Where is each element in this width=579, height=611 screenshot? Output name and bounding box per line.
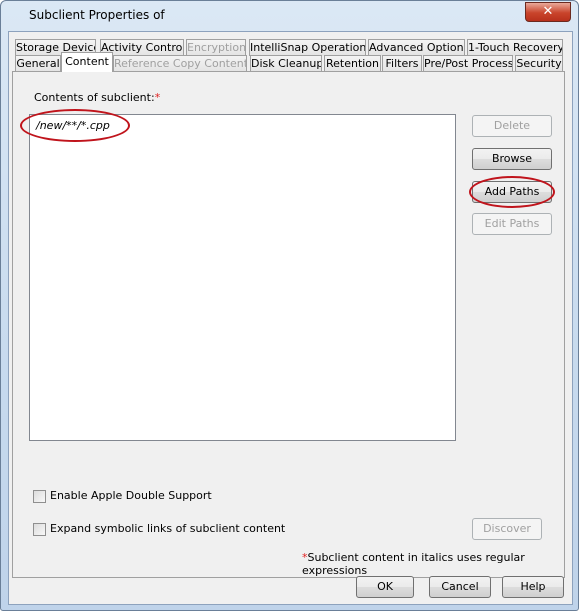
contents-list[interactable]: /new/**/*.cpp [29,114,456,441]
tab-filters[interactable]: Filters [382,55,422,72]
edit-paths-button[interactable]: Edit Paths [472,213,552,235]
tab-security[interactable]: Security [515,55,563,72]
discover-button[interactable]: Discover [472,518,542,540]
tab-advanced-options[interactable]: Advanced Options [368,39,465,56]
contents-label-text: Contents of subclient: [34,91,155,104]
cancel-button[interactable]: Cancel [429,576,491,598]
tab-disk-cleanup[interactable]: Disk Cleanup [250,55,322,72]
ok-button[interactable]: OK [356,576,414,598]
apple-double-checkbox[interactable] [33,490,46,503]
tab-encryption[interactable]: Encryption [186,39,246,56]
tab-intellisnap-operations[interactable]: IntelliSnap Operations [249,39,366,56]
footnote-text: Subclient content in italics uses regula… [302,551,525,577]
close-icon: ✕ [542,4,554,19]
tab-general[interactable]: General [15,55,61,72]
browse-button[interactable]: Browse [472,148,552,170]
expand-links-checkbox[interactable] [33,523,46,536]
highlight-oval [20,109,130,142]
apple-double-label[interactable]: Enable Apple Double Support [50,489,212,502]
tab-pre-post-process[interactable]: Pre/Post Process [423,55,513,72]
help-button[interactable]: Help [502,576,564,598]
tab-content[interactable]: Content [61,52,113,72]
footnote: *Subclient content in italics uses regul… [302,551,579,577]
required-mark: * [154,91,161,104]
tab-reference-copy-contents[interactable]: Reference Copy Contents [113,55,247,72]
close-button[interactable]: ✕ [525,2,571,22]
delete-button[interactable]: Delete [472,115,552,137]
contents-label: Contents of subclient:* [34,91,160,104]
tab-retention[interactable]: Retention [324,55,381,72]
window-title: Subclient Properties of [29,8,165,22]
expand-links-label[interactable]: Expand symbolic links of subclient conte… [50,522,285,535]
highlight-oval [469,176,555,208]
tab-1-touch-recovery[interactable]: 1-Touch Recovery [467,39,563,56]
